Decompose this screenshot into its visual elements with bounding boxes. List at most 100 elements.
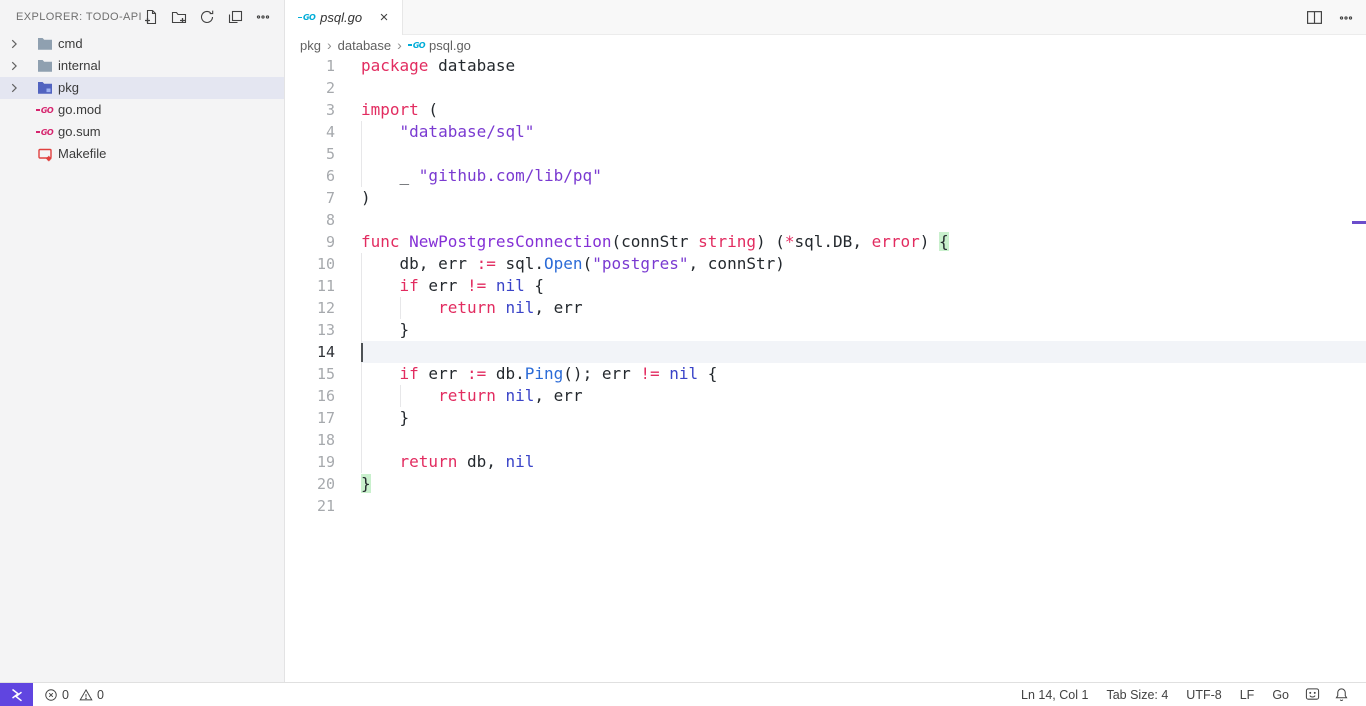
error-count: 0 <box>62 688 69 702</box>
go-file-icon: GO <box>36 102 53 118</box>
line-number: 15 <box>285 363 335 385</box>
line-content: return nil, err <box>361 385 1366 407</box>
cursor-position-status[interactable]: Ln 14, Col 1 <box>1012 688 1097 702</box>
code-line-16[interactable]: 16 return nil, err <box>285 385 1366 407</box>
warning-count: 0 <box>97 688 104 702</box>
line-number: 6 <box>285 165 335 187</box>
problems-status[interactable]: 0 0 <box>44 688 110 702</box>
breadcrumb: pkg › database › GO psql.go <box>285 35 1366 55</box>
notifications-bell-icon[interactable] <box>1327 687 1356 702</box>
editor-group: GO psql.go × pkg › database › GO psql.go… <box>285 0 1366 682</box>
code-line-2[interactable]: 2 <box>285 77 1366 99</box>
tree-item-cmd[interactable]: cmd <box>0 33 284 55</box>
line-content: db, err := sql.Open("postgres", connStr) <box>361 253 1366 275</box>
line-number: 9 <box>285 231 335 253</box>
line-content: if err := db.Ping(); err != nil { <box>361 363 1366 385</box>
line-content: "database/sql" <box>361 121 1366 143</box>
tree-item-label: pkg <box>58 77 79 99</box>
collapse-folders-icon[interactable] <box>226 8 244 26</box>
code-line-10[interactable]: 10 db, err := sql.Open("postgres", connS… <box>285 253 1366 275</box>
remote-indicator[interactable] <box>0 683 33 706</box>
breadcrumb-item-pkg[interactable]: pkg <box>300 38 321 53</box>
folder-pkg-icon <box>36 80 53 96</box>
line-number: 17 <box>285 407 335 429</box>
code-line-19[interactable]: 19 return db, nil <box>285 451 1366 473</box>
line-content: } <box>361 407 1366 429</box>
tree-item-internal[interactable]: internal <box>0 55 284 77</box>
chevron-right-icon[interactable] <box>6 58 22 74</box>
go-file-icon: GO <box>298 13 315 22</box>
line-content: } <box>361 319 1366 341</box>
split-editor-icon[interactable] <box>1304 8 1324 28</box>
refresh-icon[interactable] <box>198 8 216 26</box>
chevron-right-icon[interactable] <box>6 80 22 96</box>
line-number: 14 <box>285 341 335 363</box>
error-icon <box>44 688 58 702</box>
breadcrumb-item-file[interactable]: psql.go <box>429 38 471 53</box>
tree-item-go-sum[interactable]: GO go.sum <box>0 121 284 143</box>
tree-item-label: go.sum <box>58 121 101 143</box>
file-tree: cmdinternalpkg GO go.mod GO go.sumMakefile <box>0 33 284 165</box>
explorer-actions <box>142 8 272 26</box>
tree-item-pkg[interactable]: pkg <box>0 77 284 99</box>
code-line-14[interactable]: 14 <box>285 341 1366 363</box>
line-number: 13 <box>285 319 335 341</box>
tree-item-label: internal <box>58 55 101 77</box>
tree-item-Makefile[interactable]: Makefile <box>0 143 284 165</box>
overview-ruler-cursor-mark <box>1352 221 1366 224</box>
code-line-1[interactable]: 1package database <box>285 55 1366 77</box>
code-line-21[interactable]: 21 <box>285 495 1366 517</box>
breadcrumb-item-database[interactable]: database <box>338 38 392 53</box>
line-number: 5 <box>285 143 335 165</box>
line-number: 2 <box>285 77 335 99</box>
explorer-sidebar: EXPLORER: TODO-API cmdinternalpk <box>0 0 285 682</box>
code-line-15[interactable]: 15 if err := db.Ping(); err != nil { <box>285 363 1366 385</box>
code-line-4[interactable]: 4 "database/sql" <box>285 121 1366 143</box>
line-number: 18 <box>285 429 335 451</box>
encoding-status[interactable]: UTF-8 <box>1177 688 1230 702</box>
code-line-17[interactable]: 17 } <box>285 407 1366 429</box>
code-editor[interactable]: 1package database23import (4 "database/s… <box>285 55 1366 682</box>
breadcrumb-separator: › <box>327 37 332 53</box>
line-number: 7 <box>285 187 335 209</box>
more-actions-icon[interactable] <box>254 8 272 26</box>
line-number: 12 <box>285 297 335 319</box>
chevron-right-icon[interactable] <box>6 36 22 52</box>
code-line-7[interactable]: 7) <box>285 187 1366 209</box>
folder-icon <box>36 58 53 74</box>
feedback-smiley-icon[interactable] <box>1298 687 1327 702</box>
code-line-12[interactable]: 12 return nil, err <box>285 297 1366 319</box>
code-line-6[interactable]: 6 _ "github.com/lib/pq" <box>285 165 1366 187</box>
language-mode-status[interactable]: Go <box>1263 688 1298 702</box>
code-line-9[interactable]: 9func NewPostgresConnection(connStr stri… <box>285 231 1366 253</box>
line-number: 20 <box>285 473 335 495</box>
tab-close-icon[interactable]: × <box>374 8 394 28</box>
new-folder-icon[interactable] <box>170 8 188 26</box>
vscode-window: EXPLORER: TODO-API cmdinternalpk <box>0 0 1366 706</box>
editor-actions <box>1304 0 1356 35</box>
code-line-18[interactable]: 18 <box>285 429 1366 451</box>
tab-label: psql.go <box>320 10 374 25</box>
line-content: _ "github.com/lib/pq" <box>361 165 1366 187</box>
eol-status[interactable]: LF <box>1231 688 1264 702</box>
warning-icon <box>79 688 93 702</box>
tree-item-label: Makefile <box>58 143 106 165</box>
tree-item-label: cmd <box>58 33 83 55</box>
code-line-5[interactable]: 5 <box>285 143 1366 165</box>
code-line-20[interactable]: 20} <box>285 473 1366 495</box>
code-line-8[interactable]: 8 <box>285 209 1366 231</box>
code-line-13[interactable]: 13 } <box>285 319 1366 341</box>
tree-item-go-mod[interactable]: GO go.mod <box>0 99 284 121</box>
line-number: 16 <box>285 385 335 407</box>
line-number: 1 <box>285 55 335 77</box>
tab-size-status[interactable]: Tab Size: 4 <box>1097 688 1177 702</box>
new-file-icon[interactable] <box>142 8 160 26</box>
line-content: } <box>361 473 1366 495</box>
line-number: 8 <box>285 209 335 231</box>
go-file-icon: GO <box>36 124 53 140</box>
code-line-3[interactable]: 3import ( <box>285 99 1366 121</box>
editor-more-actions-icon[interactable] <box>1336 8 1356 28</box>
code-line-11[interactable]: 11 if err != nil { <box>285 275 1366 297</box>
tab-psql-go[interactable]: GO psql.go × <box>285 0 403 35</box>
tree-item-label: go.mod <box>58 99 101 121</box>
